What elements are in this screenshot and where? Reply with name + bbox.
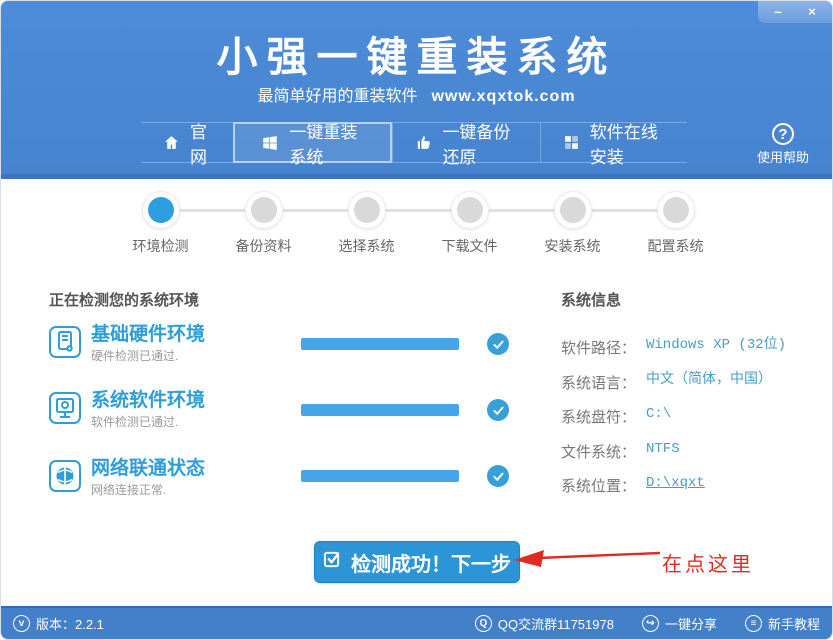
- tab-official-site[interactable]: 官网: [141, 123, 233, 162]
- qq-group-link[interactable]: Q QQ交流群11751978: [475, 614, 614, 633]
- tutorial-icon: ≡: [745, 615, 762, 632]
- software-progress-bar: [301, 404, 459, 416]
- step-circle: [657, 191, 695, 229]
- tab-reinstall-system[interactable]: 一键重装系统: [233, 122, 392, 163]
- share-icon: ↪: [642, 615, 659, 632]
- app-tagline: 最简单好用的重装软件: [257, 88, 417, 105]
- app-grid-icon: [563, 134, 580, 151]
- step-circle: [348, 191, 386, 229]
- step-download-files: 下载文件: [418, 191, 521, 256]
- next-step-button[interactable]: 检测成功！下一步: [314, 541, 520, 583]
- steps-progress: 环境检测 备份资料 选择系统 下载文件 安装系统 配置系统: [109, 191, 727, 256]
- software-passed-check-icon: [487, 399, 509, 421]
- detection-item-hardware: 基础硬件环境 硬件检测已通过.: [48, 325, 205, 364]
- network-passed-check-icon: [487, 465, 509, 487]
- version-info: v 版本：2.2.1: [13, 614, 104, 633]
- hardware-passed-check-icon: [487, 333, 509, 355]
- system-location-link[interactable]: D:\xqxt: [646, 475, 705, 496]
- hardware-progress-bar: [301, 338, 459, 350]
- red-arrow-icon: [514, 546, 662, 577]
- step-circle: [451, 191, 489, 229]
- step-backup-data: 备份资料: [212, 191, 315, 256]
- help-label: 使用帮助: [750, 147, 816, 166]
- qq-icon: Q: [475, 615, 492, 632]
- home-icon: [163, 134, 180, 151]
- share-button[interactable]: ↪ 一键分享: [642, 614, 717, 633]
- thumbs-up-icon: [415, 134, 432, 151]
- version-icon: v: [13, 615, 30, 632]
- info-row-system-language: 系统语言： 中文（简体，中国）: [561, 372, 821, 393]
- network-progress-bar: [301, 470, 459, 482]
- app-title: 小强一键重装系统: [1, 23, 832, 83]
- globe-icon: [48, 459, 82, 493]
- monitor-icon: [48, 391, 82, 425]
- tab-label: 一键重装系统: [289, 118, 364, 168]
- info-row-file-system: 文件系统： NTFS: [561, 441, 821, 462]
- step-circle: [142, 191, 180, 229]
- window-controls: – ×: [758, 1, 832, 23]
- close-button[interactable]: ×: [798, 2, 826, 22]
- info-row-system-location: 系统位置： D:\xqxt: [561, 475, 821, 496]
- detection-item-network: 网络联通状态 网络连接正常.: [48, 459, 205, 498]
- step-environment-check: 环境检测: [109, 191, 212, 256]
- checkbox-check-icon: [323, 550, 342, 575]
- info-row-system-drive: 系统盘符： C:\: [561, 406, 821, 427]
- pc-tower-icon: [48, 325, 82, 359]
- tab-label: 官网: [190, 118, 211, 168]
- nav-tabs: 官网 一键重装系统 一键备份还原 软件在线安装: [141, 122, 687, 163]
- info-row-software-path: 软件路径： Windows XP (32位): [561, 337, 821, 358]
- click-here-annotation: 在点这里: [662, 548, 754, 577]
- tab-online-install[interactable]: 软件在线安装: [540, 123, 687, 162]
- help-icon: ?: [772, 123, 794, 145]
- detection-heading: 正在检测您的系统环境: [49, 289, 199, 310]
- help-button[interactable]: ? 使用帮助: [750, 123, 816, 166]
- website-url: www.xqxtok.com: [431, 88, 575, 105]
- step-circle: [554, 191, 592, 229]
- windows-icon: [261, 134, 279, 152]
- detection-item-software: 系统软件环境 软件检测已通过.: [48, 391, 205, 430]
- step-circle: [245, 191, 283, 229]
- tab-label: 一键备份还原: [442, 118, 517, 168]
- system-info-heading: 系统信息: [561, 289, 621, 310]
- app-window: – × 小强一键重装系统 最简单好用的重装软件 www.xqxtok.com 官网…: [0, 0, 833, 640]
- step-select-system: 选择系统: [315, 191, 418, 256]
- tutorial-button[interactable]: ≡ 新手教程: [745, 614, 820, 633]
- tab-backup-restore[interactable]: 一键备份还原: [392, 123, 539, 162]
- minimize-button[interactable]: –: [764, 2, 792, 22]
- next-step-button-label: 检测成功！下一步: [351, 548, 511, 577]
- step-configure-system: 配置系统: [624, 191, 727, 256]
- step-install-system: 安装系统: [521, 191, 624, 256]
- tab-label: 软件在线安装: [590, 118, 665, 168]
- footer-bar: v 版本：2.2.1 Q QQ交流群11751978 ↪ 一键分享 ≡ 新手教程: [1, 606, 832, 639]
- header: – × 小强一键重装系统 最简单好用的重装软件 www.xqxtok.com 官网…: [1, 1, 832, 179]
- app-tagline-row: 最简单好用的重装软件 www.xqxtok.com: [1, 82, 832, 106]
